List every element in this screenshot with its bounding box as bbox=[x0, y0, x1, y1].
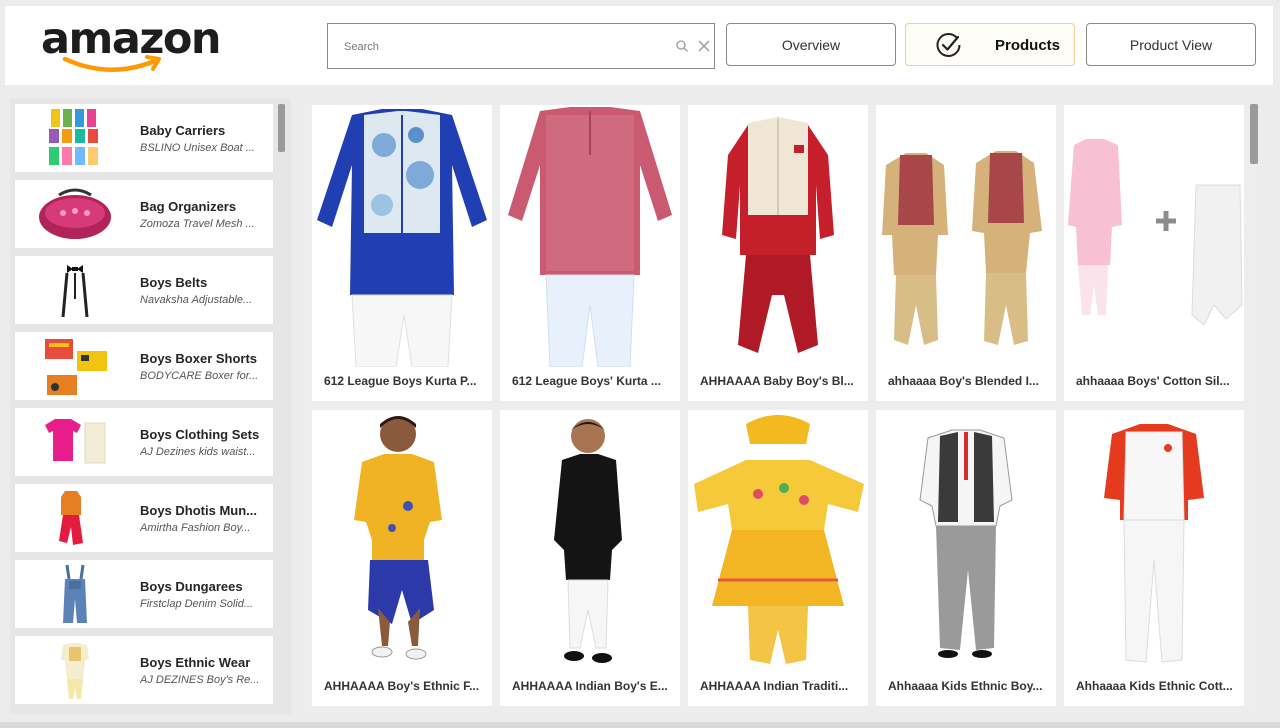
product-card[interactable]: ahhaaaa Boy's Blended I... bbox=[876, 105, 1056, 401]
category-item-boys-belts[interactable]: Boys Belts Navaksha Adjustable... bbox=[15, 256, 273, 324]
product-image bbox=[1104, 424, 1204, 663]
product-image bbox=[722, 117, 834, 353]
product-card[interactable]: AHHAAAA Indian Boy's E... bbox=[500, 410, 680, 706]
category-item-boys-dhotis[interactable]: Boys Dhotis Mun... Amirtha Fashion Boy..… bbox=[15, 484, 273, 552]
category-title: Boys Clothing Sets bbox=[140, 427, 260, 442]
dhoti-thumbnail bbox=[59, 491, 83, 545]
product-card[interactable]: Ahhaaaa Kids Ethnic Cott... bbox=[1064, 410, 1244, 706]
product-image bbox=[354, 416, 442, 660]
product-name: Ahhaaaa Kids Ethnic Cott... bbox=[1076, 679, 1233, 693]
boxers-thumbnail bbox=[45, 339, 107, 395]
product-name: AHHAAAA Indian Traditi... bbox=[700, 679, 849, 693]
product-name: AHHAAAA Indian Boy's E... bbox=[512, 679, 668, 693]
category-item-boys-ethnic-wear[interactable]: Boys Ethnic Wear AJ DEZINES Boy's Re... bbox=[15, 636, 273, 704]
product-name: 612 League Boys Kurta P... bbox=[324, 374, 477, 388]
category-subtitle: BSLINO Unisex Boat ... bbox=[140, 142, 255, 154]
product-image bbox=[919, 429, 1013, 658]
category-title: Boys Dhotis Mun... bbox=[140, 503, 257, 518]
category-subtitle: AJ Dezines kids waist... bbox=[140, 446, 256, 458]
search-input[interactable] bbox=[344, 38, 664, 56]
product-card[interactable]: AHHAAAA Baby Boy's Bl... bbox=[688, 105, 868, 401]
category-title: Boys Boxer Shorts bbox=[140, 351, 258, 366]
smile-arrow-icon bbox=[62, 55, 161, 72]
header-bar: amazon Overview Produ bbox=[5, 6, 1273, 85]
product-name: AHHAAAA Baby Boy's Bl... bbox=[700, 374, 854, 388]
search-icon[interactable] bbox=[675, 39, 689, 53]
product-card[interactable]: ahhaaaa Boys' Cotton Sil... bbox=[1064, 105, 1244, 401]
category-title: Boys Belts bbox=[140, 275, 208, 290]
product-image bbox=[317, 109, 487, 367]
category-item-boys-dungarees[interactable]: Boys Dungarees Firstclap Denim Solid... bbox=[15, 560, 273, 628]
product-card[interactable]: AHHAAAA Indian Traditi... bbox=[688, 410, 868, 706]
ethnic-wear-thumbnail bbox=[61, 643, 89, 699]
amazon-logo[interactable]: amazon bbox=[41, 14, 222, 80]
category-subtitle: BODYCARE Boxer for... bbox=[140, 370, 259, 382]
product-image bbox=[882, 151, 1042, 345]
search-box[interactable] bbox=[327, 23, 715, 69]
category-title: Bag Organizers bbox=[140, 199, 237, 214]
clear-icon[interactable] bbox=[697, 39, 711, 53]
check-circle-icon bbox=[936, 33, 961, 57]
bottom-border bbox=[0, 722, 1280, 728]
product-name: ahhaaaa Boy's Blended I... bbox=[888, 374, 1039, 388]
product-card[interactable]: 612 League Boys' Kurta ... bbox=[500, 105, 680, 401]
sidebar-scrollbar[interactable] bbox=[278, 104, 285, 152]
product-name: Ahhaaaa Kids Ethnic Boy... bbox=[888, 679, 1043, 693]
product-image bbox=[554, 419, 622, 663]
product-view-label: Product View bbox=[1129, 36, 1213, 53]
product-image bbox=[694, 415, 864, 664]
product-grid: 612 League Boys Kurta P... 612 League Bo… bbox=[305, 99, 1261, 714]
bag-thumbnail bbox=[39, 188, 111, 239]
product-card[interactable]: Ahhaaaa Kids Ethnic Boy... bbox=[876, 410, 1056, 706]
category-title: Boys Ethnic Wear bbox=[140, 655, 251, 670]
products-label: Products bbox=[995, 37, 1061, 54]
category-subtitle: Firstclap Denim Solid... bbox=[140, 598, 254, 610]
products-button[interactable]: Products bbox=[905, 23, 1075, 66]
suspenders-thumbnail bbox=[61, 265, 89, 318]
category-sidebar: Baby Carriers BSLINO Unisex Boat ... Bag… bbox=[10, 99, 291, 714]
category-subtitle: Navaksha Adjustable... bbox=[140, 294, 253, 306]
product-name: 612 League Boys' Kurta ... bbox=[512, 374, 661, 388]
category-title: Boys Dungarees bbox=[140, 579, 243, 594]
overview-button[interactable]: Overview bbox=[726, 23, 896, 66]
socks-thumbnail bbox=[49, 109, 98, 165]
category-subtitle: AJ DEZINES Boy's Re... bbox=[140, 674, 260, 686]
product-view-button[interactable]: Product View bbox=[1086, 23, 1256, 66]
page: amazon Overview Produ bbox=[0, 0, 1280, 728]
category-subtitle: Amirtha Fashion Boy... bbox=[140, 522, 251, 534]
grid-scrollbar[interactable] bbox=[1250, 104, 1258, 164]
category-item-boys-boxer-shorts[interactable]: Boys Boxer Shorts BODYCARE Boxer for... bbox=[15, 332, 273, 400]
product-name: AHHAAAA Boy's Ethnic F... bbox=[324, 679, 480, 693]
category-title: Baby Carriers bbox=[140, 123, 226, 138]
dungarees-thumbnail bbox=[63, 564, 87, 623]
product-card[interactable]: 612 League Boys Kurta P... bbox=[312, 105, 492, 401]
product-name: ahhaaaa Boys' Cotton Sil... bbox=[1076, 374, 1230, 388]
product-card[interactable]: AHHAAAA Boy's Ethnic F... bbox=[312, 410, 492, 706]
product-image bbox=[1068, 139, 1243, 326]
clothing-set-thumbnail bbox=[45, 419, 106, 464]
product-image bbox=[508, 107, 672, 367]
overview-label: Overview bbox=[781, 36, 841, 53]
category-subtitle: Zomoza Travel Mesh ... bbox=[140, 218, 255, 230]
category-item-baby-carriers[interactable]: Baby Carriers BSLINO Unisex Boat ... bbox=[15, 104, 273, 172]
category-item-bag-organizers[interactable]: Bag Organizers Zomoza Travel Mesh ... bbox=[15, 180, 273, 248]
category-item-boys-clothing-sets[interactable]: Boys Clothing Sets AJ Dezines kids waist… bbox=[15, 408, 273, 476]
